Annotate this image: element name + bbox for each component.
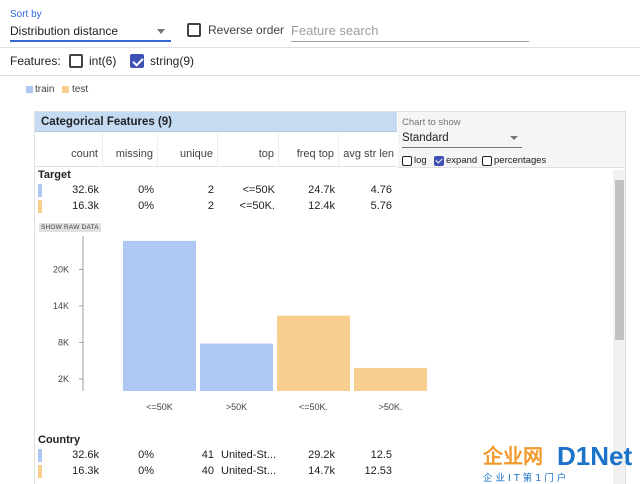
col-header-freq-top[interactable]: freq top xyxy=(279,133,339,167)
table-row: 32.6k 0% 41 United-St... 29.2k 12.5 xyxy=(35,448,397,464)
chart-bar[interactable] xyxy=(354,367,427,391)
watermark-logo-text: D1Net xyxy=(557,441,632,471)
percentages-label[interactable]: percentages xyxy=(494,155,546,166)
cell-freq-top: 14.7k xyxy=(308,465,335,477)
x-tick-label: >50K xyxy=(226,402,247,412)
cell-avg-str-len: 4.76 xyxy=(370,184,392,196)
column-headers: count missing unique top freq top avg st… xyxy=(35,133,397,167)
chart-controls: Chart to show Standard log expand percen… xyxy=(398,112,625,168)
series-swatch-train xyxy=(38,449,42,462)
legend-swatch-train xyxy=(26,86,33,93)
cell-missing: 0% xyxy=(138,200,154,212)
sort-by-select[interactable]: Distribution distance xyxy=(10,22,171,42)
cell-avg-str-len: 12.53 xyxy=(364,465,392,477)
cell-top: <=50K xyxy=(242,184,275,196)
watermark-brand: 企业网 xyxy=(482,444,543,468)
cell-missing: 0% xyxy=(138,449,154,461)
chart-to-show-value: Standard xyxy=(402,132,449,144)
feature-name-country[interactable]: Country xyxy=(38,434,80,446)
table-row: 16.3k 0% 40 United-St... 14.7k 12.53 xyxy=(35,464,397,480)
cell-avg-str-len: 5.76 xyxy=(370,200,392,212)
y-tick-label: 2K xyxy=(58,374,69,384)
cell-top: <=50K. xyxy=(239,200,275,212)
top-toolbar: Sort by Distribution distance Reverse or… xyxy=(0,0,640,48)
int-features-label[interactable]: int(6) xyxy=(89,54,116,68)
target-distribution-chart: 2K 8K 14K 20K <=50K >50K <=50K. >50K. xyxy=(53,236,427,412)
chart-bar[interactable] xyxy=(123,240,196,391)
col-header-avg-str-len[interactable]: avg str len xyxy=(339,133,397,167)
series-swatch-train xyxy=(38,184,42,197)
x-tick-label: <=50K. xyxy=(299,402,328,412)
int-features-checkbox[interactable] xyxy=(69,54,83,68)
expand-checkbox[interactable] xyxy=(434,156,444,166)
series-swatch-test xyxy=(38,465,42,478)
col-header-count[interactable]: count xyxy=(35,133,103,167)
cell-top: United-St... xyxy=(221,465,277,477)
x-tick-label: >50K. xyxy=(379,402,403,412)
cell-count: 16.3k xyxy=(72,200,99,212)
cell-unique: 41 xyxy=(201,449,214,461)
chevron-down-icon xyxy=(157,29,165,34)
show-raw-data-button[interactable]: SHOW RAW DATA xyxy=(39,223,101,232)
log-label[interactable]: log xyxy=(414,155,427,166)
cell-top: United-St... xyxy=(221,449,277,461)
panel-header: Categorical Features (9) xyxy=(35,112,397,132)
sort-by-label: Sort by xyxy=(10,9,42,20)
features-label: Features: xyxy=(10,54,61,68)
cell-unique: 40 xyxy=(201,465,214,477)
cell-unique: 2 xyxy=(207,184,214,196)
legend-label-train: train xyxy=(35,84,55,95)
expand-label[interactable]: expand xyxy=(446,155,477,166)
feature-name-target[interactable]: Target xyxy=(38,169,71,181)
cell-missing: 0% xyxy=(138,184,154,196)
legend-swatch-test xyxy=(62,86,69,93)
chevron-down-icon xyxy=(510,136,518,140)
chart-to-show-select[interactable]: Standard xyxy=(402,130,522,148)
cell-avg-str-len: 12.5 xyxy=(370,449,392,461)
sort-by-value: Distribution distance xyxy=(10,24,119,38)
cell-unique: 2 xyxy=(207,200,214,212)
percentages-checkbox[interactable] xyxy=(482,156,492,166)
watermark-slogan: 企 业 I T 第 1 门 户 xyxy=(483,472,566,484)
chart-bar[interactable] xyxy=(200,343,273,391)
cell-count: 32.6k xyxy=(72,184,99,196)
y-tick-label: 20K xyxy=(53,264,69,274)
categorical-features-panel: Categorical Features (9) count missing u… xyxy=(34,111,626,484)
col-header-top[interactable]: top xyxy=(218,133,279,167)
string-features-label[interactable]: string(9) xyxy=(150,54,194,68)
x-tick-label: <=50K xyxy=(146,402,173,412)
series-swatch-test xyxy=(38,200,42,213)
table-row: 32.6k 0% 2 <=50K 24.7k 4.76 xyxy=(35,183,397,199)
feature-search-placeholder: Feature search xyxy=(291,23,379,38)
cell-count: 16.3k xyxy=(72,465,99,477)
cell-count: 32.6k xyxy=(72,449,99,461)
d1net-watermark-logo: 企业网 D1Net 企 业 I T 第 1 门 户 xyxy=(482,441,632,484)
string-features-checkbox[interactable] xyxy=(130,54,144,68)
cell-missing: 0% xyxy=(138,465,154,477)
cell-freq-top: 29.2k xyxy=(308,449,335,461)
cell-freq-top: 12.4k xyxy=(308,200,335,212)
legend-label-test: test xyxy=(72,84,89,95)
cell-freq-top: 24.7k xyxy=(308,184,335,196)
chart-to-show-label: Chart to show xyxy=(402,117,461,128)
features-filter-bar: Features: int(6) string(9) xyxy=(0,48,640,76)
reverse-order-label[interactable]: Reverse order xyxy=(208,23,284,37)
vertical-scrollbar[interactable] xyxy=(613,170,625,484)
y-tick-label: 14K xyxy=(53,301,69,311)
col-header-unique[interactable]: unique xyxy=(158,133,218,167)
table-row: 16.3k 0% 2 <=50K. 12.4k 5.76 xyxy=(35,199,397,215)
scrollbar-thumb[interactable] xyxy=(615,180,624,340)
feature-search-input[interactable]: Feature search xyxy=(291,20,529,42)
col-header-missing[interactable]: missing xyxy=(103,133,158,167)
reverse-order-checkbox[interactable] xyxy=(187,23,201,37)
chart-bar[interactable] xyxy=(277,315,350,391)
log-checkbox[interactable] xyxy=(402,156,412,166)
panel-title: Categorical Features (9) xyxy=(41,116,173,128)
y-tick-label: 8K xyxy=(58,337,69,347)
